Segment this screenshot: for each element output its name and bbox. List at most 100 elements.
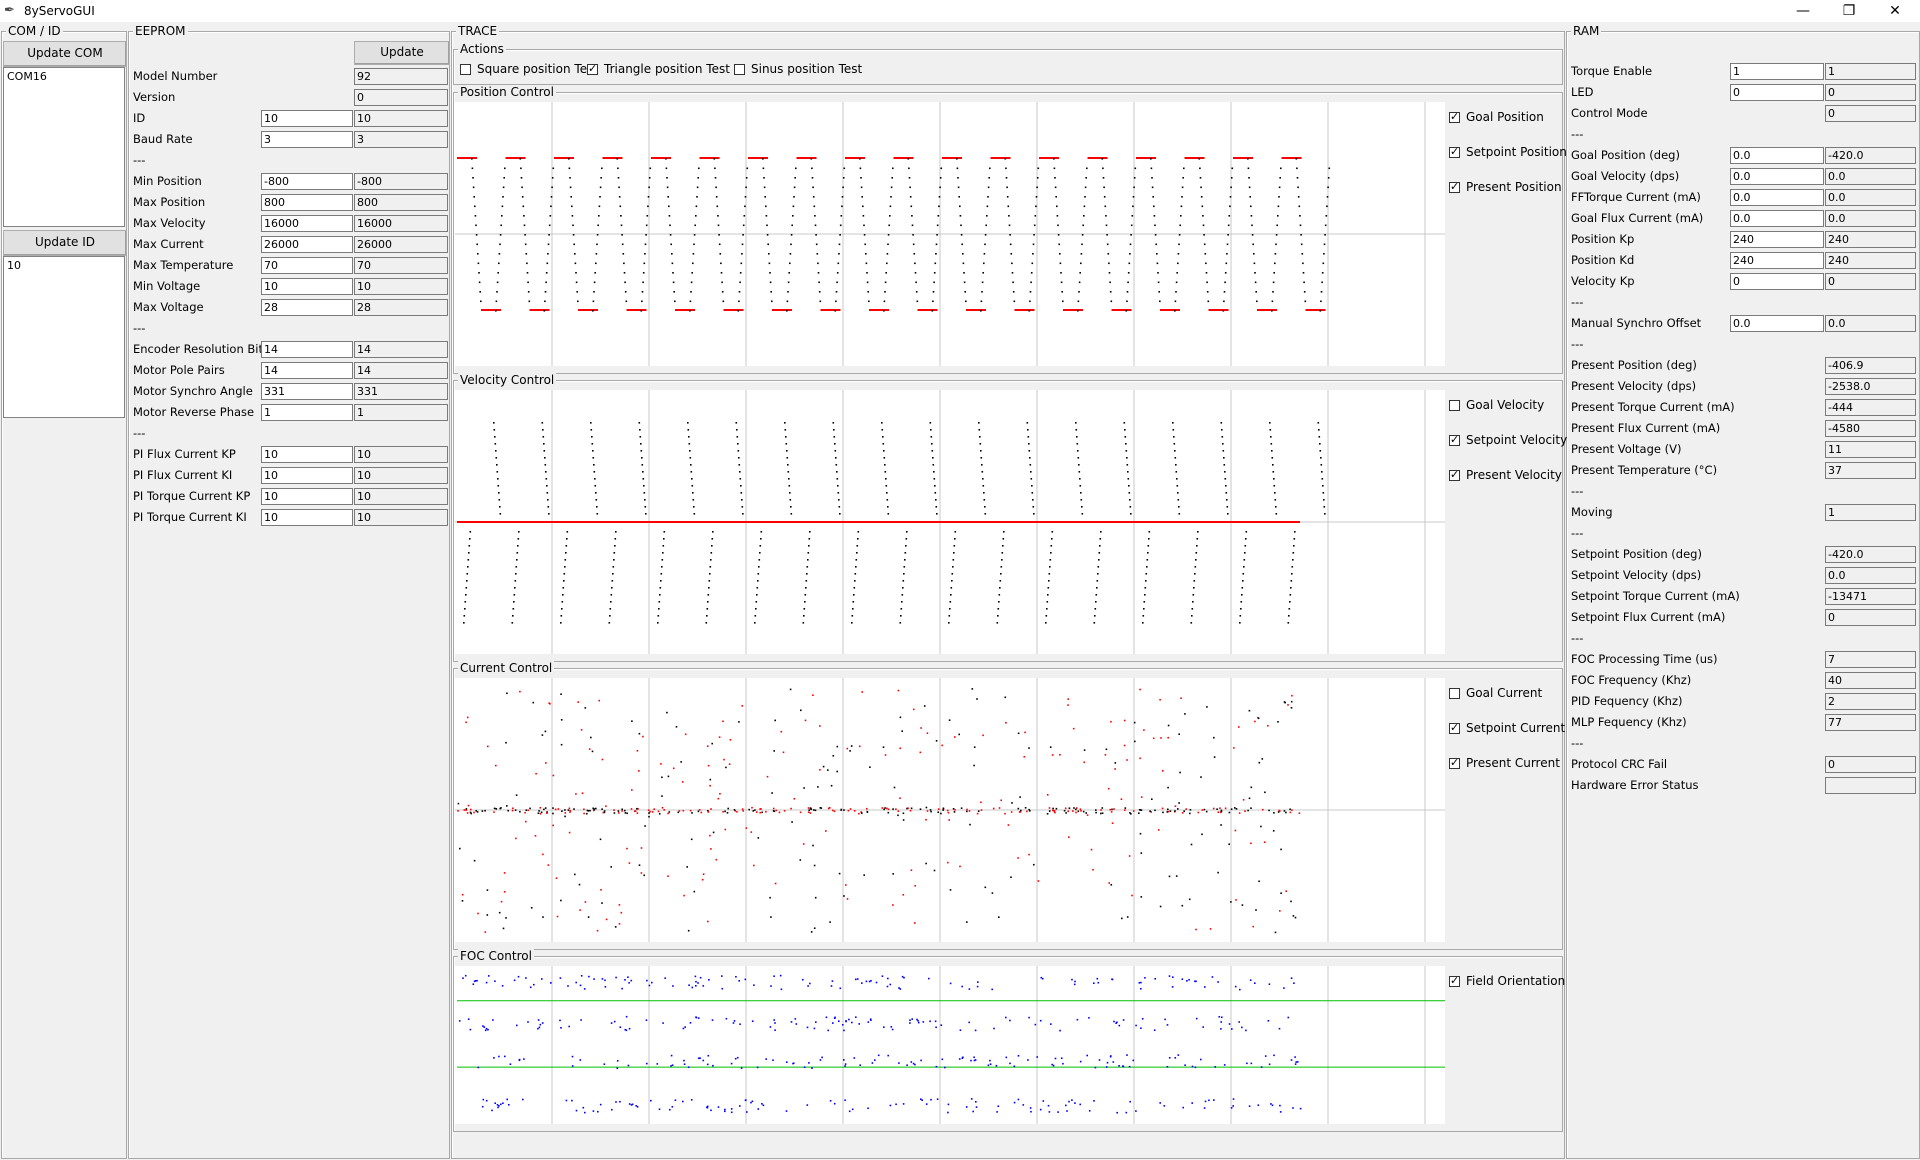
- field-orientation-point: [516, 1024, 518, 1027]
- trace-checkbox[interactable]: Present Position: [1449, 180, 1562, 194]
- action-checkbox[interactable]: Sinus position Test: [734, 62, 862, 76]
- eeprom-input[interactable]: 800: [261, 194, 353, 211]
- checkbox-box[interactable]: [1449, 974, 1460, 988]
- trace-checkbox[interactable]: Goal Velocity: [1449, 398, 1544, 412]
- eeprom-input[interactable]: 3: [261, 131, 353, 148]
- checkbox-box[interactable]: [1449, 688, 1460, 699]
- update-com-button[interactable]: Update COM: [3, 41, 127, 67]
- present-point: [1277, 215, 1279, 217]
- trace-checkbox[interactable]: Goal Position: [1449, 110, 1544, 124]
- checkbox-box[interactable]: [1449, 756, 1460, 770]
- trace-checkbox[interactable]: Present Current: [1449, 756, 1560, 770]
- present-point: [1174, 310, 1176, 312]
- eeprom-input[interactable]: -800: [261, 173, 353, 190]
- present-point: [1189, 809, 1192, 811]
- checkbox-box[interactable]: [460, 64, 471, 75]
- checkbox-box[interactable]: [1449, 721, 1460, 735]
- present-point: [616, 158, 619, 160]
- field-orientation-point: [947, 1111, 949, 1114]
- ram-input[interactable]: 240: [1730, 252, 1824, 269]
- eeprom-input[interactable]: 10: [261, 488, 353, 505]
- present-point: [545, 478, 548, 480]
- eeprom-input[interactable]: 10: [261, 278, 353, 295]
- present-point: [863, 234, 866, 236]
- eeprom-update-button[interactable]: Update: [354, 41, 450, 65]
- eeprom-input[interactable]: 28: [261, 299, 353, 316]
- list-item[interactable]: COM16: [7, 70, 121, 83]
- present-point: [1160, 737, 1162, 739]
- present-point: [640, 847, 643, 849]
- trace-checkbox[interactable]: Present Velocity: [1449, 468, 1562, 482]
- id-list[interactable]: 10: [3, 256, 125, 418]
- checkbox-box[interactable]: [587, 62, 598, 76]
- present-point: [1287, 622, 1290, 624]
- checkbox-box[interactable]: [1449, 433, 1460, 447]
- setpoint-point: [648, 812, 650, 814]
- present-point: [569, 177, 571, 179]
- eeprom-input[interactable]: 14: [261, 341, 353, 358]
- present-point: [568, 158, 570, 160]
- trace-checkbox[interactable]: Setpoint Position: [1449, 145, 1567, 159]
- present-point: [500, 224, 502, 227]
- field-orientation-point: [1292, 1107, 1294, 1109]
- present-point: [587, 916, 590, 918]
- trace-checkbox[interactable]: Goal Current: [1449, 686, 1542, 700]
- checkbox-box[interactable]: [1449, 468, 1460, 482]
- field-orientation-point: [1217, 981, 1219, 983]
- setpoint-point: [1258, 880, 1260, 883]
- update-id-button[interactable]: Update ID: [3, 230, 127, 256]
- eeprom-input[interactable]: 1: [261, 404, 353, 421]
- eeprom-input[interactable]: 10: [261, 446, 353, 463]
- trace-checkbox[interactable]: Setpoint Current: [1449, 721, 1565, 735]
- present-point: [786, 300, 789, 303]
- field-orientation-point: [467, 1018, 470, 1020]
- checkbox-box[interactable]: [1449, 180, 1460, 194]
- eeprom-input[interactable]: 14: [261, 362, 353, 379]
- minimize-button[interactable]: —: [1780, 0, 1826, 22]
- separator: ---: [1571, 127, 1584, 141]
- ram-input[interactable]: 1: [1730, 63, 1824, 80]
- setpoint-point: [1277, 721, 1279, 723]
- checkbox-box[interactable]: [1449, 110, 1460, 124]
- setpoint-point: [733, 809, 736, 811]
- eeprom-input[interactable]: 70: [261, 257, 353, 274]
- eeprom-readback: 10: [354, 110, 448, 127]
- ram-input[interactable]: 240: [1730, 231, 1824, 248]
- trace-checkbox[interactable]: Field Orientation: [1449, 974, 1565, 988]
- present-point: [649, 167, 652, 170]
- setpoint-point: [613, 812, 616, 814]
- com-port-list[interactable]: COM16: [3, 67, 125, 227]
- present-point: [546, 492, 549, 494]
- setpoint-point: [1123, 744, 1126, 747]
- ram-input[interactable]: 0.0: [1730, 147, 1824, 164]
- field-orientation-point: [525, 977, 527, 979]
- ram-input[interactable]: 0: [1730, 273, 1824, 290]
- close-button[interactable]: ✕: [1872, 0, 1918, 22]
- setpoint-point: [575, 793, 577, 795]
- ram-input[interactable]: 0.0: [1730, 210, 1824, 227]
- eeprom-input[interactable]: 10: [261, 467, 353, 484]
- present-point: [939, 177, 942, 179]
- eeprom-input[interactable]: 26000: [261, 236, 353, 253]
- eeprom-input[interactable]: 10: [261, 509, 353, 526]
- ram-input[interactable]: 0: [1730, 84, 1824, 101]
- action-checkbox[interactable]: Square position Test: [460, 62, 598, 76]
- ram-input[interactable]: 0.0: [1730, 315, 1824, 332]
- ram-input[interactable]: 0.0: [1730, 189, 1824, 206]
- present-point: [1109, 291, 1112, 293]
- eeprom-input[interactable]: 10: [261, 110, 353, 127]
- checkbox-box[interactable]: [734, 64, 745, 75]
- maximize-button[interactable]: ❐: [1826, 0, 1872, 22]
- checkbox-box[interactable]: [1449, 145, 1460, 159]
- present-point: [728, 763, 731, 765]
- setpoint-point: [1105, 748, 1108, 751]
- trace-checkbox[interactable]: Setpoint Velocity: [1449, 433, 1567, 447]
- action-checkbox[interactable]: Triangle position Test: [587, 62, 730, 76]
- checkbox-box[interactable]: [1449, 400, 1460, 411]
- present-point: [539, 812, 542, 815]
- eeprom-input[interactable]: 16000: [261, 215, 353, 232]
- eeprom-input[interactable]: 331: [261, 383, 353, 400]
- list-item[interactable]: 10: [7, 259, 121, 272]
- present-point: [566, 538, 568, 540]
- ram-input[interactable]: 0.0: [1730, 168, 1824, 185]
